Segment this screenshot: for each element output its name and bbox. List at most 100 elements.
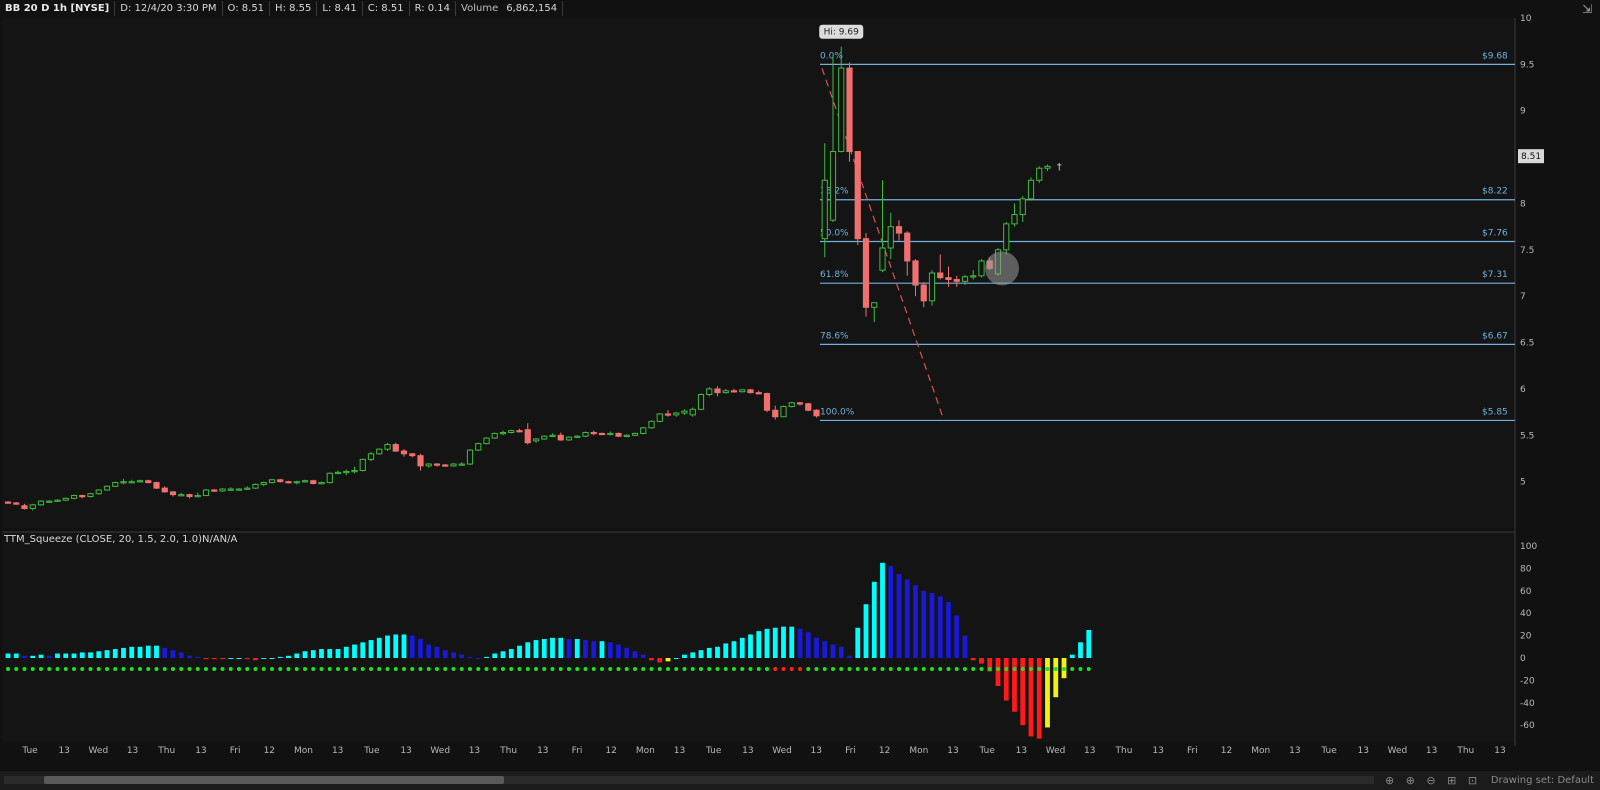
date-readout: D: 12/4/20 3:30 PM xyxy=(115,1,223,16)
histogram-bar xyxy=(46,655,52,658)
candle-body xyxy=(780,406,787,418)
x-tick-label: Wed xyxy=(89,746,109,756)
candle-body xyxy=(697,393,705,410)
scrollbar-thumb[interactable] xyxy=(44,776,504,784)
histogram-bar xyxy=(665,658,671,662)
candle-body xyxy=(475,443,482,451)
fib-price-label: $6.67 xyxy=(1482,331,1508,341)
volume-readout: 6,862,154 xyxy=(501,1,564,16)
histogram-bar xyxy=(781,626,786,658)
candle-body xyxy=(862,238,870,308)
high-readout: H: 8.55 xyxy=(270,1,318,16)
histogram-bar xyxy=(269,658,275,659)
candle-body xyxy=(755,392,762,395)
squeeze-dot xyxy=(22,667,27,671)
candle-body xyxy=(95,489,102,495)
x-tick-label: 13 xyxy=(58,746,69,756)
candle-body xyxy=(194,495,201,498)
candle-body xyxy=(846,67,853,153)
squeeze-dot xyxy=(987,667,992,671)
histogram-bar xyxy=(789,626,795,658)
x-tick-label: Tue xyxy=(705,746,722,756)
candle-body xyxy=(788,402,795,408)
squeeze-dot xyxy=(1012,667,1017,671)
hi-label: Hi: 9.69 xyxy=(824,28,859,38)
squeeze-dot xyxy=(55,667,60,671)
histogram-bar xyxy=(154,645,159,658)
candle-body xyxy=(557,434,564,441)
candle-body xyxy=(318,482,325,485)
candle-body xyxy=(29,504,36,510)
squeeze-dot xyxy=(228,667,233,671)
collapse-icon[interactable]: ⇲ xyxy=(1580,2,1594,16)
squeeze-dot xyxy=(1062,667,1066,671)
squeeze-dot xyxy=(781,667,786,671)
histogram-bar xyxy=(583,640,588,658)
squeeze-dot xyxy=(674,667,679,671)
squeeze-dot xyxy=(476,667,481,671)
candle-body xyxy=(169,491,177,496)
y-tick-label: 9 xyxy=(1520,107,1526,117)
squeeze-dot xyxy=(410,667,415,671)
candle-body xyxy=(227,488,234,491)
squeeze-dot xyxy=(377,667,382,671)
histogram-bar xyxy=(13,653,19,658)
squeeze-dot xyxy=(278,667,283,671)
candle-body xyxy=(565,436,573,441)
study-y-tick-label: 40 xyxy=(1520,609,1532,619)
candle-body xyxy=(1036,167,1043,181)
fib-price-label: $9.68 xyxy=(1482,51,1508,61)
candle-body xyxy=(244,487,251,490)
squeeze-dot xyxy=(72,667,76,671)
histogram-bar xyxy=(261,658,267,659)
histogram-bar xyxy=(385,635,390,658)
candle-body xyxy=(549,434,556,437)
histogram-bar xyxy=(871,581,877,658)
histogram-bar xyxy=(220,658,225,660)
symbol-label[interactable]: BB 20 D 1h [NYSE] xyxy=(0,1,116,16)
squeeze-dot xyxy=(583,667,588,671)
histogram-bar xyxy=(550,637,555,658)
chart-canvas[interactable]: 55.566.577.588.599.510-60-40-20020406080… xyxy=(0,0,1600,790)
x-tick-label: 13 xyxy=(1289,746,1300,756)
study-y-tick-label: -20 xyxy=(1520,676,1535,686)
drawing-set-label[interactable]: Drawing set: Default xyxy=(1491,775,1594,786)
squeeze-dot xyxy=(96,667,101,671)
squeeze-dot xyxy=(624,667,629,671)
squeeze-dot xyxy=(814,667,819,671)
histogram-bar xyxy=(1012,658,1017,712)
x-tick-label: Tue xyxy=(21,746,38,756)
fib-price-label: $7.31 xyxy=(1482,270,1508,280)
histogram-bar xyxy=(748,634,753,658)
squeeze-dot xyxy=(732,667,736,671)
squeeze-dot xyxy=(237,667,241,671)
histogram-bar xyxy=(525,642,531,658)
histogram-bar xyxy=(698,650,704,658)
fib-percent-label: 61.8% xyxy=(820,270,849,280)
squeeze-dot xyxy=(756,667,761,671)
x-tick-label: Thu xyxy=(1456,746,1474,756)
candle-body xyxy=(821,179,828,240)
squeeze-dot xyxy=(129,667,134,671)
squeeze-dot xyxy=(204,667,208,671)
histogram-bar xyxy=(5,653,11,658)
candle-body xyxy=(178,494,185,497)
histogram-bar xyxy=(228,658,234,659)
candle-body xyxy=(904,232,911,262)
histogram-bar xyxy=(1003,658,1009,701)
squeeze-dot xyxy=(369,667,373,671)
study-label[interactable]: TTM_Squeeze (CLOSE, 20, 1.5, 2.0, 1.0)N/… xyxy=(4,534,237,545)
candle-body xyxy=(112,482,119,487)
candle-body xyxy=(656,413,663,422)
header-bar: BB 20 D 1h [NYSE] D: 12/4/20 3:30 PM O: … xyxy=(0,0,564,17)
zoom-tool-icons[interactable]: ⊕ ⊕ ⊖ ⊞ ⊡ xyxy=(1385,774,1481,787)
candle-body xyxy=(343,470,350,474)
candle-body xyxy=(417,455,424,467)
squeeze-dot xyxy=(971,667,976,671)
candle-body xyxy=(79,495,86,498)
histogram-bar xyxy=(913,585,918,658)
study-y-tick-label: 0 xyxy=(1520,654,1526,664)
histogram-bar xyxy=(855,627,861,658)
x-tick-label: Tue xyxy=(979,746,996,756)
histogram-bar xyxy=(203,658,209,660)
